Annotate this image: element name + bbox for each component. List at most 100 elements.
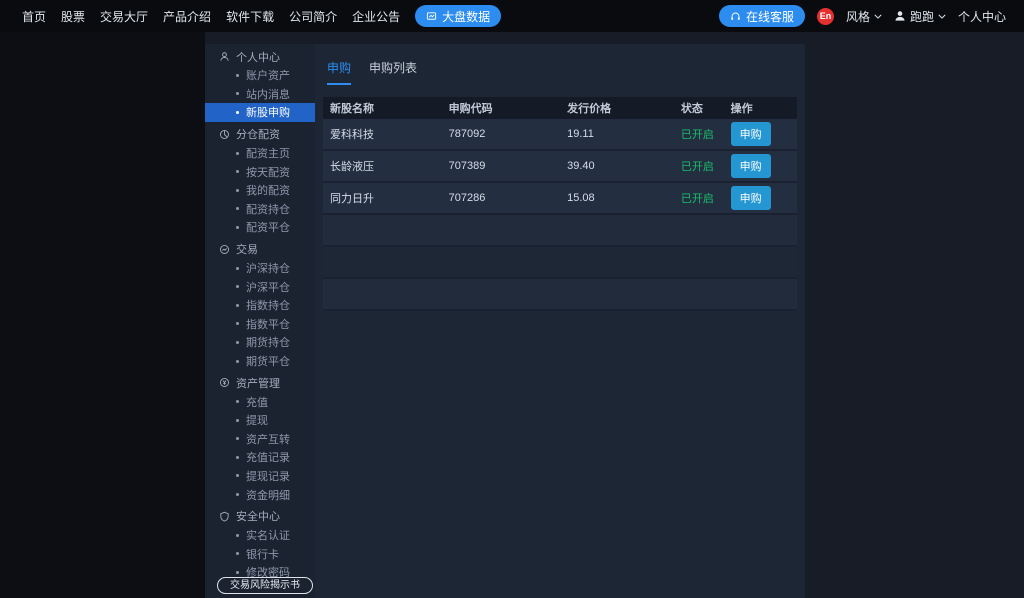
item-label: 按天配资 <box>246 164 290 180</box>
bullet-icon <box>236 74 239 77</box>
item-label: 配资主页 <box>246 145 290 161</box>
status-badge: 已开启 <box>681 190 731 206</box>
sidebar-item-allocation-close[interactable]: 配资平仓 <box>205 218 315 237</box>
item-label: 指数平仓 <box>246 316 290 332</box>
sidebar-item-hs-positions[interactable]: 沪深持仓 <box>205 259 315 278</box>
subscribe-code: 787092 <box>449 128 568 140</box>
item-label: 资金明细 <box>246 487 290 503</box>
nav-announcements[interactable]: 企业公告 <box>352 8 400 25</box>
online-service-label: 在线客服 <box>746 8 794 25</box>
issue-price: 15.08 <box>567 192 681 204</box>
item-label: 沪深持仓 <box>246 260 290 276</box>
item-label: 账户资产 <box>246 67 290 83</box>
bullet-icon <box>236 552 239 555</box>
sidebar-item-account-assets[interactable]: 账户资产 <box>205 66 315 85</box>
style-dropdown[interactable]: 风格 <box>846 8 882 25</box>
nav-stocks[interactable]: 股票 <box>61 8 85 25</box>
sidebar-item-futures-close[interactable]: 期货平仓 <box>205 352 315 371</box>
table-empty-row <box>323 215 797 247</box>
item-label: 配资平仓 <box>246 219 290 235</box>
table-row: 同力日升 707286 15.08 已开启 申购 <box>323 183 797 215</box>
item-label: 新股申购 <box>246 104 290 120</box>
sidebar-item-bank-card[interactable]: 银行卡 <box>205 544 315 563</box>
language-badge[interactable]: En <box>817 8 834 25</box>
bullet-icon <box>236 571 239 574</box>
subscribe-code: 707286 <box>449 192 568 204</box>
item-label: 充值记录 <box>246 449 290 465</box>
nav-download[interactable]: 软件下载 <box>226 8 274 25</box>
sidebar-item-fund-details[interactable]: 资金明细 <box>205 485 315 504</box>
status-badge: 已开启 <box>681 158 731 174</box>
sidebar-item-realname-auth[interactable]: 实名认证 <box>205 526 315 545</box>
sidebar-item-deposit-records[interactable]: 充值记录 <box>205 448 315 467</box>
sidebar-section-asset-management[interactable]: 资产管理 <box>205 373 315 392</box>
subscribe-button[interactable]: 申购 <box>731 122 771 146</box>
sidebar: 个人中心 账户资产 站内消息 新股申购 分仓配资 <box>205 44 315 598</box>
nav-right: 在线客服 En 风格 跑跑 <box>719 5 1024 27</box>
table-empty-row <box>323 247 797 279</box>
sidebar-item-futures-positions[interactable]: 期货持仓 <box>205 333 315 352</box>
sidebar-item-index-positions[interactable]: 指数持仓 <box>205 296 315 315</box>
nav-company-profile[interactable]: 公司简介 <box>289 8 337 25</box>
content-wrapper: 个人中心 账户资产 站内消息 新股申购 分仓配资 <box>205 44 805 598</box>
bullet-icon <box>236 534 239 537</box>
user-dropdown[interactable]: 跑跑 <box>894 8 946 25</box>
nav-home[interactable]: 首页 <box>22 8 46 25</box>
sidebar-item-asset-transfer[interactable]: 资产互转 <box>205 430 315 449</box>
sidebar-item-allocation-home[interactable]: 配资主页 <box>205 144 315 163</box>
app-screen: 首页 股票 交易大厅 产品介绍 软件下载 公司简介 企业公告 大盘数据 <box>0 0 1024 598</box>
sidebar-section-allocation[interactable]: 分仓配资 <box>205 125 315 144</box>
bullet-icon <box>236 207 239 210</box>
bullet-icon <box>236 170 239 173</box>
wallet-icon <box>219 377 230 388</box>
market-data-label: 大盘数据 <box>442 8 490 25</box>
risk-disclosure-button[interactable]: 交易风险揭示书 <box>217 577 313 594</box>
section-label: 个人中心 <box>236 49 280 65</box>
sidebar-item-daily-allocation[interactable]: 按天配资 <box>205 162 315 181</box>
sidebar-item-hs-close[interactable]: 沪深平仓 <box>205 277 315 296</box>
bullet-icon <box>236 493 239 496</box>
tab-subscribe[interactable]: 申购 <box>327 59 351 85</box>
nav-personal-center[interactable]: 个人中心 <box>958 8 1006 25</box>
sidebar-item-index-close[interactable]: 指数平仓 <box>205 315 315 334</box>
sidebar-section-trade[interactable]: 交易 <box>205 240 315 259</box>
subscribe-button[interactable]: 申购 <box>731 154 771 178</box>
bullet-icon <box>236 267 239 270</box>
table-row: 长龄液压 707389 39.40 已开启 申购 <box>323 151 797 183</box>
tab-subscribe-list[interactable]: 申购列表 <box>369 59 417 85</box>
sidebar-item-site-messages[interactable]: 站内消息 <box>205 85 315 104</box>
nav-products[interactable]: 产品介绍 <box>163 8 211 25</box>
nav-trading-hall[interactable]: 交易大厅 <box>100 8 148 25</box>
sidebar-item-allocation-positions[interactable]: 配资持仓 <box>205 200 315 219</box>
item-label: 充值 <box>246 394 268 410</box>
headset-icon <box>730 11 741 22</box>
sidebar-item-deposit[interactable]: 充值 <box>205 392 315 411</box>
sidebar-item-ipo-subscribe[interactable]: 新股申购 <box>205 103 315 122</box>
online-service-button[interactable]: 在线客服 <box>719 5 805 27</box>
shield-icon <box>219 511 230 522</box>
main-panel: 申购 申购列表 新股名称 申购代码 发行价格 状态 操作 爱科科技 787092… <box>315 44 805 598</box>
market-data-button[interactable]: 大盘数据 <box>415 5 501 27</box>
section-label: 交易 <box>236 241 258 257</box>
item-label: 站内消息 <box>246 86 290 102</box>
bullet-icon <box>236 341 239 344</box>
bullet-icon <box>236 111 239 114</box>
sidebar-section-security-center[interactable]: 安全中心 <box>205 507 315 526</box>
subscribe-button[interactable]: 申购 <box>731 186 771 210</box>
chevron-down-icon <box>938 14 946 19</box>
bullet-icon <box>236 285 239 288</box>
item-label: 银行卡 <box>246 546 279 562</box>
table-header: 新股名称 申购代码 发行价格 状态 操作 <box>323 97 797 119</box>
table-row: 爱科科技 787092 19.11 已开启 申购 <box>323 119 797 151</box>
section-label: 安全中心 <box>236 508 280 524</box>
col-stock-name: 新股名称 <box>323 100 449 116</box>
sidebar-item-withdraw[interactable]: 提现 <box>205 411 315 430</box>
item-label: 提现 <box>246 412 268 428</box>
bullet-icon <box>236 400 239 403</box>
sidebar-section-personal-center[interactable]: 个人中心 <box>205 47 315 66</box>
sidebar-item-my-allocation[interactable]: 我的配资 <box>205 181 315 200</box>
pie-chart-icon <box>219 129 230 140</box>
avatar-icon <box>894 10 906 22</box>
bullet-icon <box>236 92 239 95</box>
sidebar-item-withdraw-records[interactable]: 提现记录 <box>205 467 315 486</box>
